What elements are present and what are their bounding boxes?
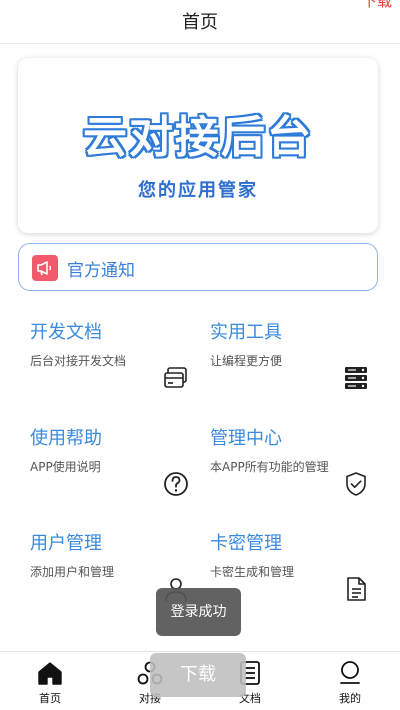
card-dev-docs[interactable]: 开发文档 后台对接开发文档 bbox=[30, 318, 210, 418]
card-help[interactable]: 使用帮助 APP使用说明 bbox=[30, 424, 210, 524]
download-link[interactable]: 下载 bbox=[362, 0, 392, 11]
tab-label: 首页 bbox=[39, 692, 61, 705]
megaphone-icon bbox=[32, 255, 58, 281]
banner-brand: 云对接后台 bbox=[83, 112, 313, 163]
card-title: 用户管理 bbox=[30, 533, 102, 554]
toast-message: 登录成功 bbox=[156, 588, 241, 636]
shield-check-icon bbox=[342, 470, 370, 498]
card-title: 开发文档 bbox=[30, 322, 102, 343]
card-desc: 添加用户和管理 bbox=[30, 565, 115, 579]
banner[interactable]: 云对接后台 您的应用管家 bbox=[18, 58, 378, 233]
tab-label: 我的 bbox=[339, 692, 361, 705]
card-desc: 卡密生成和管理 bbox=[210, 565, 295, 579]
card-admin-center[interactable]: 管理中心 本APP所有功能的管理 bbox=[210, 424, 390, 524]
home-icon bbox=[36, 660, 64, 686]
profile-icon bbox=[336, 660, 364, 686]
card-title: 管理中心 bbox=[210, 428, 282, 449]
official-notice[interactable]: 官方通知 bbox=[18, 243, 378, 291]
card-desc: 后台对接开发文档 bbox=[30, 354, 127, 368]
document-icon bbox=[342, 575, 370, 603]
card-title: 实用工具 bbox=[210, 322, 282, 343]
card-desc: APP使用说明 bbox=[30, 460, 101, 474]
card-tools[interactable]: 实用工具 让编程更方便 bbox=[210, 318, 390, 418]
card-title: 使用帮助 bbox=[30, 428, 102, 449]
top-bar: 首页 下载 bbox=[0, 0, 400, 44]
download-button[interactable]: 下载 bbox=[150, 653, 246, 697]
tab-mine[interactable]: 我的 bbox=[300, 652, 400, 710]
notice-label: 官方通知 bbox=[67, 261, 135, 281]
help-icon bbox=[162, 470, 190, 498]
card-title: 卡密管理 bbox=[210, 533, 282, 554]
server-icon bbox=[342, 364, 370, 392]
card-desc: 本APP所有功能的管理 bbox=[210, 460, 329, 474]
page-title: 首页 bbox=[182, 12, 218, 33]
card-stack-icon bbox=[162, 364, 190, 392]
card-desc: 让编程更方便 bbox=[210, 354, 283, 368]
banner-slogan: 您的应用管家 bbox=[138, 180, 258, 201]
tab-home[interactable]: 首页 bbox=[0, 652, 100, 710]
